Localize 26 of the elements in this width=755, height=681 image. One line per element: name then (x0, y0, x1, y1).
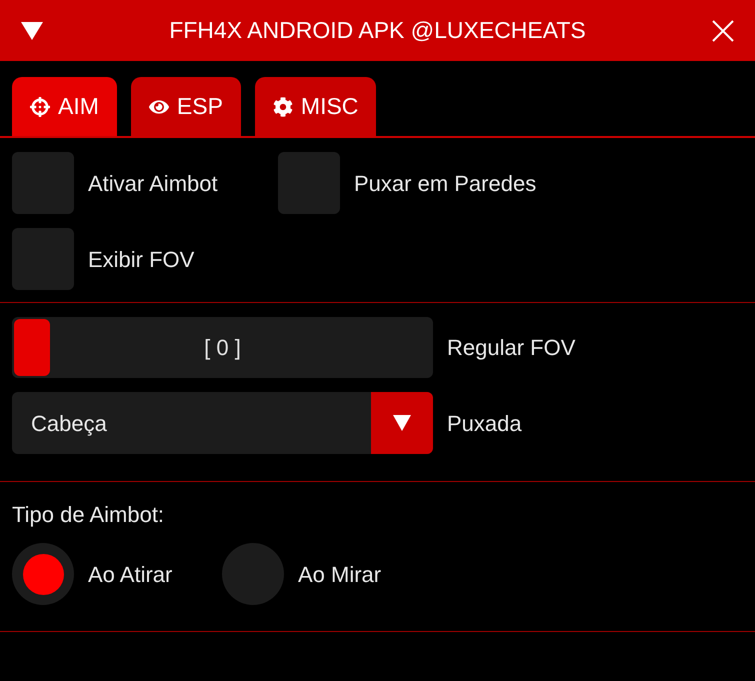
tab[interactable]: MISC (254, 77, 376, 136)
radio-label: Ao Atirar (88, 560, 172, 588)
crosshair-icon (30, 96, 50, 116)
checkbox-label: Exibir FOV (88, 246, 194, 274)
slider-value: [ 0 ] (204, 334, 241, 362)
gear-icon (272, 96, 293, 116)
checkbox[interactable] (12, 228, 74, 290)
checkbox[interactable] (12, 152, 74, 214)
slider-label: Regular FOV (447, 334, 576, 362)
dropdown[interactable]: Cabeça (12, 392, 433, 454)
dropdown-label: Puxada (447, 410, 522, 438)
checkbox-label: Puxar em Paredes (354, 170, 536, 198)
tab[interactable]: AIM (12, 77, 117, 136)
checkbox-label: Ativar Aimbot (88, 170, 218, 198)
slider-track[interactable]: [ 0 ] (12, 317, 433, 378)
close-icon[interactable] (711, 18, 735, 42)
window-title: FFH4X ANDROID APK @LUXECHEATS (168, 16, 587, 46)
checkbox[interactable] (278, 152, 340, 214)
tab[interactable]: ESP (130, 77, 241, 136)
slider-thumb[interactable] (14, 319, 50, 376)
radio-label: Ao Mirar (298, 560, 382, 588)
caret-icon (392, 414, 412, 432)
collapse-triangle-icon[interactable] (20, 20, 44, 40)
radio-group-label: Tipo de Aimbot: (12, 501, 166, 529)
dropdown-value: Cabeça (30, 410, 108, 438)
dropdown-arrow-button[interactable] (371, 392, 433, 454)
